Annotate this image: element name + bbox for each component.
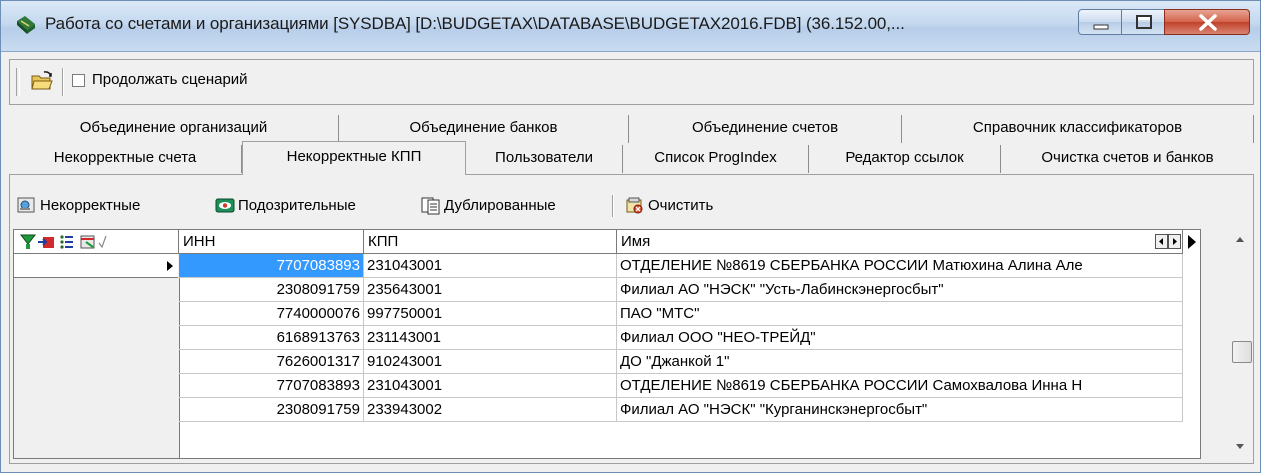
clear-icon [626, 197, 643, 214]
action-separator [612, 195, 614, 217]
tab-merge-accounts[interactable]: Объединение счетов [629, 115, 902, 143]
list-settings-icon[interactable] [60, 235, 73, 249]
current-row-arrow-icon [167, 261, 173, 271]
cell-kpp[interactable]: 231043001 [364, 374, 617, 398]
triangle-right-icon [1188, 235, 1196, 249]
duplicate-icon [421, 197, 440, 215]
tab-classifier-directory[interactable]: Справочник классификаторов [902, 115, 1254, 143]
scroll-thumb[interactable] [1232, 341, 1252, 363]
cell-kpp[interactable]: 997750001 [364, 302, 617, 326]
cell-kpp[interactable]: 233943002 [364, 398, 617, 422]
export-icon[interactable] [38, 237, 54, 248]
toolbar-grip[interactable] [16, 68, 20, 96]
scroll-left-button[interactable] [1155, 234, 1168, 249]
column-overflow-marker [1184, 230, 1200, 254]
tab-merge-organizations[interactable]: Объединение организаций [9, 115, 339, 143]
cell-kpp[interactable]: 235643001 [364, 278, 617, 302]
cell-name[interactable]: ДО "Джанкой 1" [617, 350, 1183, 374]
suspicious-button[interactable]: Подозрительные [215, 193, 356, 219]
suspicious-label: Подозрительные [238, 197, 356, 214]
incorrect-button[interactable]: Некорректные [17, 193, 140, 219]
tab-users[interactable]: Пользователи [466, 145, 623, 173]
suspicious-icon [215, 198, 235, 213]
duplicated-label: Дублированные [444, 197, 556, 214]
minimize-button[interactable] [1078, 9, 1122, 35]
open-folder-icon[interactable] [30, 70, 54, 92]
arrow-right-icon [1173, 238, 1177, 245]
scroll-down-icon[interactable] [1228, 439, 1252, 455]
cell-inn[interactable]: 6168913763 [179, 326, 364, 350]
cell-name[interactable]: Филиал АО "НЭСК" "Курганинскэнергосбыт" [617, 398, 1183, 422]
cell-kpp[interactable]: 231143001 [364, 326, 617, 350]
cell-inn[interactable]: 7707083893 [179, 374, 364, 398]
cell-name[interactable]: ПАО "МТС" [617, 302, 1183, 326]
title-bar[interactable]: Работа со счетами и организациями [SYSDB… [1, 1, 1260, 52]
cell-inn[interactable]: 2308091759 [179, 278, 364, 302]
cell-kpp[interactable]: 231043001 [364, 254, 617, 278]
checkmark-icon[interactable] [98, 235, 107, 249]
tab-merge-banks[interactable]: Объединение банков [339, 115, 629, 143]
close-button[interactable] [1164, 9, 1250, 35]
cell-name[interactable]: Филиал ООО "НЕО-ТРЕЙД" [617, 326, 1183, 350]
cell-name[interactable]: ОТДЕЛЕНИЕ №8619 СБЕРБАНКА РОССИИ Самохва… [617, 374, 1183, 398]
scroll-up-icon[interactable] [1228, 231, 1252, 247]
column-header-inn[interactable]: ИНН [179, 230, 364, 254]
grid-indicator-header [14, 230, 179, 254]
column-header-kpp[interactable]: КПП [364, 230, 617, 254]
maximize-button[interactable] [1121, 9, 1165, 35]
filter-icon[interactable] [20, 234, 37, 249]
vertical-scrollbar[interactable] [1228, 229, 1252, 457]
cell-name[interactable]: Филиал АО "НЭСК" "Усть-Лабинскэнергосбыт… [617, 278, 1183, 302]
kpp-grid[interactable]: ИНН КПП Имя 7707083893 231043001 ОТДЕЛЕН… [13, 229, 1201, 459]
incorrect-icon [17, 197, 35, 213]
clear-button[interactable]: Очистить [625, 193, 713, 219]
cell-inn[interactable]: 7626001317 [179, 350, 364, 374]
cell-inn[interactable]: 7707083893 [179, 254, 364, 278]
row-indicator-column [14, 254, 180, 458]
main-window: Работа со счетами и организациями [SYSDB… [0, 0, 1261, 473]
continue-script-checkbox[interactable] [72, 74, 85, 87]
continue-script-label[interactable]: Продолжать сценарий [92, 71, 248, 88]
clear-label: Очистить [648, 197, 714, 214]
tab-clear-accounts-banks[interactable]: Очистка счетов и банков [1001, 145, 1254, 173]
toolbar-separator [62, 68, 64, 96]
cell-inn[interactable]: 7740000076 [179, 302, 364, 326]
tab-incorrect-kpp[interactable]: Некорректные КПП [242, 141, 466, 175]
duplicated-button[interactable]: Дублированные [421, 193, 556, 219]
window-title: Работа со счетами и организациями [SYSDB… [45, 14, 905, 33]
grid-tools-icons [20, 234, 107, 249]
incorrect-label: Некорректные [40, 197, 141, 214]
cell-name[interactable]: ОТДЕЛЕНИЕ №8619 СБЕРБАНКА РОССИИ Матюхин… [617, 254, 1183, 278]
main-toolbar: Продолжать сценарий [9, 59, 1254, 105]
header-scroll-arrows [1155, 234, 1181, 249]
column-header-name[interactable]: Имя [617, 230, 1183, 254]
tab-incorrect-accounts[interactable]: Некорректные счета [9, 145, 242, 173]
arrow-left-icon [1159, 238, 1163, 245]
row-indicator-current[interactable] [14, 254, 178, 278]
cell-kpp[interactable]: 910243001 [364, 350, 617, 374]
tab-progindex-list[interactable]: Список ProgIndex [623, 145, 809, 173]
app-icon [17, 16, 35, 34]
cell-inn[interactable]: 2308091759 [179, 398, 364, 422]
minimize-icon [1093, 24, 1109, 30]
column-select-icon[interactable] [80, 235, 95, 249]
tab-link-editor[interactable]: Редактор ссылок [809, 145, 1001, 173]
close-icon [1199, 14, 1217, 31]
maximize-icon [1136, 15, 1152, 29]
scroll-right-button[interactable] [1168, 234, 1181, 249]
